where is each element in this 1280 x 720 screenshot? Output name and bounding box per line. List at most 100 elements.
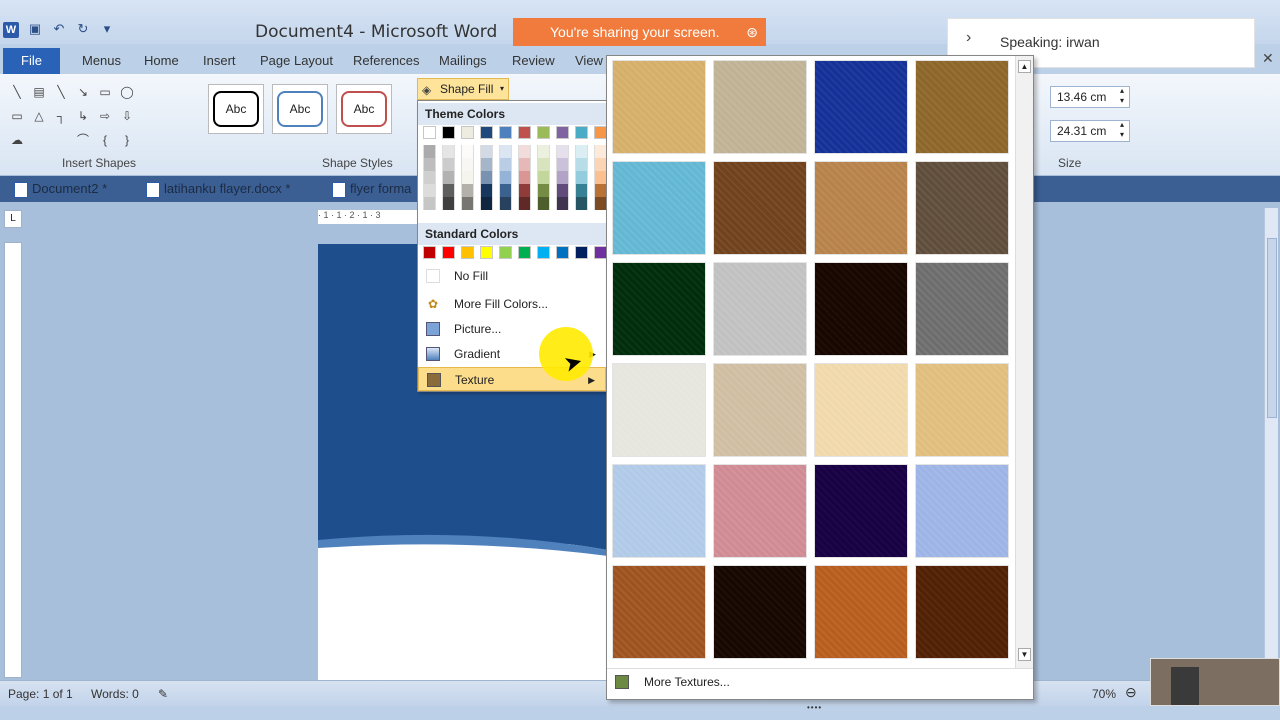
wave-shape[interactable] [318,526,608,566]
theme-color-swatch[interactable] [423,126,436,139]
theme-shade-swatch[interactable] [537,158,550,171]
theme-shade-swatch[interactable] [442,145,455,158]
down-arrow-shape-icon[interactable]: ⇩ [120,110,134,122]
theme-shade-swatch[interactable] [537,171,550,184]
word-logo-icon[interactable]: W [3,22,19,38]
tab-view[interactable]: View [575,53,603,68]
theme-shade-swatch[interactable] [537,184,550,197]
word-count[interactable]: Words: 0 [91,687,139,701]
theme-shade-swatch[interactable] [480,184,493,197]
theme-shade-swatch[interactable] [423,171,436,184]
texture-swatch[interactable] [713,565,807,659]
shape-height-input[interactable]: 13.46 cm [1050,86,1130,108]
theme-shade-swatch[interactable] [480,171,493,184]
texture-swatch[interactable] [814,363,908,457]
texture-swatch[interactable] [814,161,908,255]
theme-shade-swatch[interactable] [518,197,531,210]
tab-insert[interactable]: Insert [203,53,236,68]
tab-page-layout[interactable]: Page Layout [260,53,333,68]
theme-shade-swatch[interactable] [499,184,512,197]
theme-shade-swatch[interactable] [423,145,436,158]
more-textures-item[interactable]: More Textures... •••• [607,668,1033,712]
line-shape-icon[interactable]: ╲ [54,86,68,98]
shape-style-black[interactable]: Abc [208,84,264,134]
texture-swatch[interactable] [915,262,1009,356]
shape-style-red[interactable]: Abc [336,84,392,134]
theme-shade-swatch[interactable] [423,184,436,197]
theme-shade-swatch[interactable] [556,171,569,184]
scroll-down-icon[interactable]: ▼ [1018,648,1031,661]
theme-shade-swatch[interactable] [518,171,531,184]
texture-swatch[interactable] [915,60,1009,154]
shape-style-blue[interactable]: Abc [272,84,328,134]
texture-swatch[interactable] [915,161,1009,255]
tab-mailings[interactable]: Mailings [439,53,487,68]
close-icon[interactable]: ✕ [1262,50,1274,67]
tab-home[interactable]: Home [144,53,179,68]
line-shape-icon[interactable]: ╲ [10,86,24,98]
standard-color-swatch[interactable] [461,246,474,259]
standard-color-swatch[interactable] [480,246,493,259]
theme-shade-swatch[interactable] [480,197,493,210]
texture-swatch[interactable] [915,363,1009,457]
theme-shade-swatch[interactable] [499,158,512,171]
cloud-shape-icon[interactable]: ☁ [10,134,24,146]
theme-color-swatch[interactable] [575,126,588,139]
texture-swatch[interactable] [713,464,807,558]
standard-color-swatch[interactable] [575,246,588,259]
theme-shade-swatch[interactable] [556,197,569,210]
zoom-out-icon[interactable]: ⊖ [1125,684,1137,701]
elbow-connector-icon[interactable]: ┐ [54,110,68,122]
theme-shade-swatch[interactable] [423,158,436,171]
texture-swatch[interactable] [814,60,908,154]
texture-swatch[interactable] [612,464,706,558]
texture-swatch[interactable] [814,565,908,659]
proofing-icon[interactable]: ✎ [158,687,168,701]
texture-swatch[interactable] [915,565,1009,659]
standard-color-swatch[interactable] [556,246,569,259]
theme-shade-swatch[interactable] [461,197,474,210]
brace-shape-icon[interactable]: } [120,134,134,146]
doc-tab-flyer[interactable]: flyer forma [328,181,411,198]
standard-color-swatch[interactable] [537,246,550,259]
theme-color-swatch[interactable] [461,126,474,139]
resize-grip-icon[interactable]: •••• [807,695,822,720]
rectangle-shape-icon[interactable]: ▭ [98,86,112,98]
theme-shade-swatch[interactable] [480,158,493,171]
tab-menus[interactable]: Menus [82,53,121,68]
scroll-up-icon[interactable]: ▲ [1018,60,1031,73]
theme-shade-swatch[interactable] [442,184,455,197]
vertical-scrollbar[interactable] [1264,208,1278,678]
texture-swatch[interactable] [713,262,807,356]
triangle-shape-icon[interactable]: △ [32,110,46,122]
more-fill-colors-item[interactable]: ✿ More Fill Colors... [418,292,606,316]
tab-selector[interactable]: L [4,210,22,228]
doc-tab-document2[interactable]: Document2 * [10,181,107,198]
theme-color-swatch[interactable] [442,126,455,139]
arrow-shape-icon[interactable]: ↘ [76,86,90,98]
page-count[interactable]: Page: 1 of 1 [8,687,73,701]
theme-shade-swatch[interactable] [537,197,550,210]
screen-share-banner[interactable]: You're sharing your screen. ⊛ [513,18,766,46]
right-arrow-shape-icon[interactable]: ⇨ [98,110,112,122]
standard-color-swatch[interactable] [442,246,455,259]
save-icon[interactable]: ▣ [28,22,42,36]
theme-shade-swatch[interactable] [461,158,474,171]
theme-shade-swatch[interactable] [442,158,455,171]
theme-color-swatch[interactable] [518,126,531,139]
theme-shade-swatch[interactable] [461,145,474,158]
texture-swatch[interactable] [612,161,706,255]
theme-shade-swatch[interactable] [518,184,531,197]
rounded-rect-shape-icon[interactable]: ▭ [10,110,24,122]
theme-shade-swatch[interactable] [461,171,474,184]
shape-fill-button[interactable]: ◈ Shape Fill ▾ [417,78,509,100]
theme-shade-swatch[interactable] [442,171,455,184]
theme-shade-swatch[interactable] [575,145,588,158]
theme-shade-swatch[interactable] [537,145,550,158]
chevron-right-icon[interactable]: › [966,29,971,47]
gallery-scrollbar[interactable]: ▲ ▼ [1015,56,1033,668]
theme-shade-swatch[interactable] [556,158,569,171]
texture-swatch[interactable] [713,161,807,255]
arc-shape-icon[interactable]: ⌒ [76,134,90,146]
tab-file[interactable]: File [3,48,60,74]
